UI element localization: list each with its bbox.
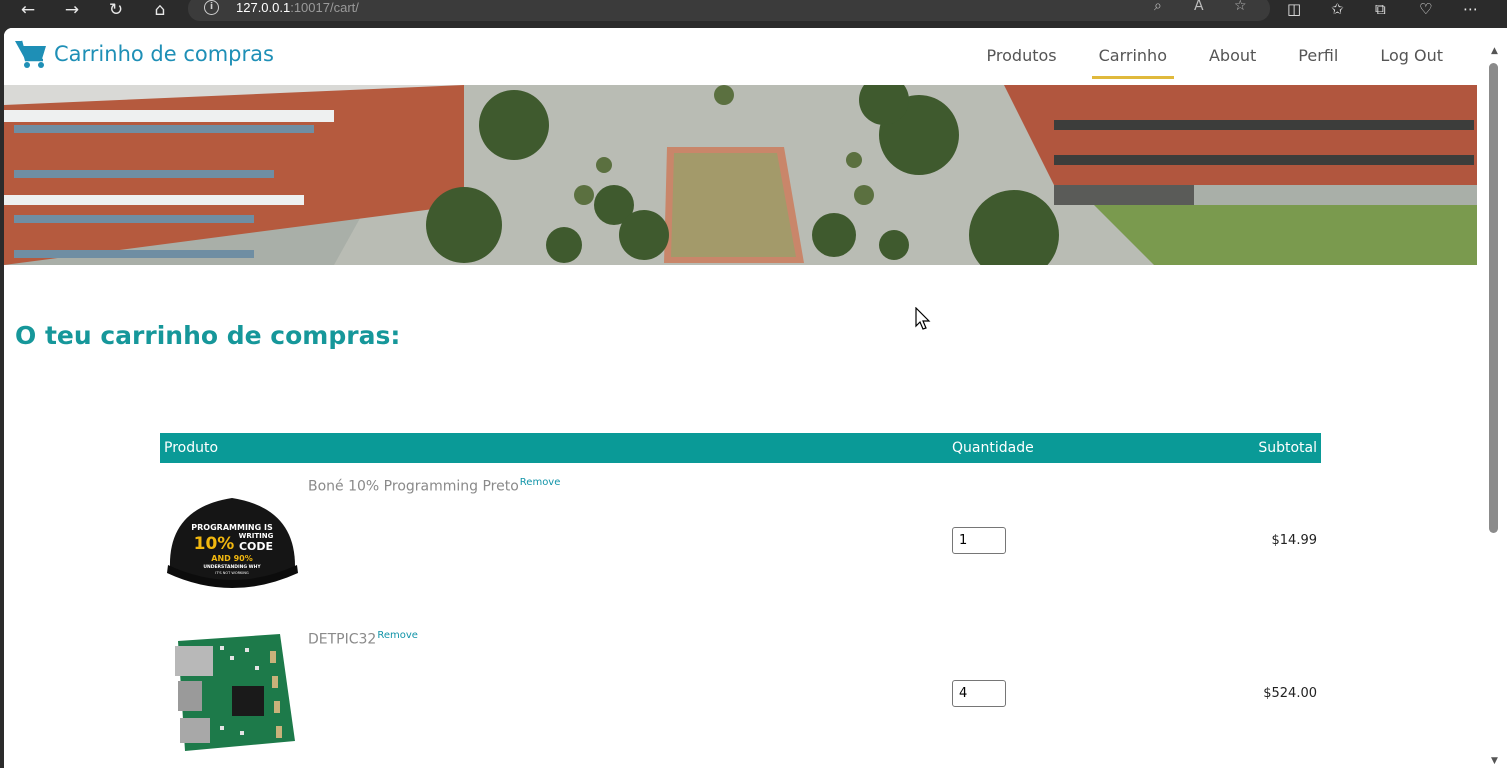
scroll-up-arrow-icon[interactable]: ▲	[1491, 46, 1498, 56]
browser-toolbar: ← → ↻ ⌂ i 127.0.0.1:10017/cart/ ⌕ A ☆ ◫ …	[0, 0, 1507, 28]
page-title: O teu carrinho de compras:	[15, 321, 401, 350]
page-viewport: Carrinho de compras Produtos Carrinho Ab…	[4, 28, 1507, 768]
address-url[interactable]: 127.0.0.1:10017/cart/	[236, 0, 359, 15]
home-icon[interactable]: ⌂	[146, 0, 174, 20]
nav-link-logout[interactable]: Log Out	[1359, 28, 1464, 85]
subtotal-value: $524.00	[1263, 686, 1317, 701]
svg-text:PROGRAMMING IS: PROGRAMMING IS	[191, 523, 273, 532]
browser-essentials-icon[interactable]: ♡	[1419, 0, 1432, 20]
table-header: Produto Quantidade Subtotal	[160, 433, 1321, 463]
read-aloud-icon[interactable]: A	[1194, 0, 1204, 14]
nav-link-perfil[interactable]: Perfil	[1277, 28, 1359, 85]
svg-text:IT'S NOT WORKING: IT'S NOT WORKING	[215, 571, 249, 575]
nav-link-about[interactable]: About	[1188, 28, 1277, 85]
cart-table: Produto Quantidade Subtotal PROGRAMMING …	[160, 433, 1321, 768]
quantity-input[interactable]	[952, 527, 1006, 554]
svg-text:AND 90%: AND 90%	[211, 554, 252, 563]
column-header-quantity: Quantidade	[952, 440, 1034, 456]
navbar: Carrinho de compras Produtos Carrinho Ab…	[4, 28, 1482, 85]
zoom-icon[interactable]: ⌕	[1154, 0, 1162, 14]
nav-link-carrinho[interactable]: Carrinho	[1078, 28, 1188, 85]
subtotal-value: $14.99	[1271, 533, 1318, 548]
address-bar[interactable]: i 127.0.0.1:10017/cart/ ⌕ A ☆	[188, 0, 1270, 21]
table-row: DETPIC32Remove $524.00	[160, 616, 1321, 768]
svg-text:UNDERSTANDING WHY: UNDERSTANDING WHY	[203, 564, 261, 570]
collections-icon[interactable]: ⧉	[1375, 0, 1386, 20]
site-info-icon[interactable]: i	[204, 0, 219, 15]
column-header-subtotal: Subtotal	[1258, 440, 1317, 456]
more-menu-icon[interactable]: ⋯	[1463, 0, 1478, 20]
product-name: Boné 10% Programming PretoRemove	[308, 477, 561, 495]
forward-arrow-icon[interactable]: →	[58, 0, 86, 20]
svg-text:10%: 10%	[194, 534, 235, 554]
table-row: PROGRAMMING IS 10% WRITING CODE AND 90% …	[160, 463, 1321, 616]
reload-icon[interactable]: ↻	[102, 0, 130, 20]
scroll-down-arrow-icon[interactable]: ▼	[1491, 756, 1498, 766]
nav-links: Produtos Carrinho About Perfil Log Out	[966, 28, 1464, 85]
scrollbar-thumb[interactable]	[1489, 63, 1498, 533]
brand-link[interactable]: Carrinho de compras	[14, 38, 274, 70]
remove-link[interactable]: Remove	[520, 477, 561, 488]
product-name: DETPIC32Remove	[308, 630, 418, 648]
svg-text:CODE: CODE	[239, 540, 273, 553]
favorite-star-icon[interactable]: ☆	[1234, 0, 1247, 14]
quantity-input[interactable]	[952, 680, 1006, 707]
favorites-icon[interactable]: ✩	[1331, 0, 1344, 20]
svg-text:WRITING: WRITING	[239, 532, 274, 540]
split-screen-icon[interactable]: ◫	[1287, 0, 1301, 20]
brand-title: Carrinho de compras	[54, 42, 274, 66]
cap-image: PROGRAMMING IS 10% WRITING CODE AND 90% …	[160, 473, 305, 608]
shopping-cart-icon	[15, 40, 46, 68]
mouse-cursor-icon	[915, 307, 931, 330]
remove-link[interactable]: Remove	[377, 630, 418, 641]
board-image	[160, 626, 305, 761]
nav-link-produtos[interactable]: Produtos	[966, 28, 1078, 85]
back-arrow-icon[interactable]: ←	[14, 0, 42, 20]
column-header-product: Produto	[164, 440, 219, 456]
hero-banner-image	[4, 85, 1477, 265]
vertical-scrollbar[interactable]: ▲ ▼	[1482, 28, 1507, 768]
